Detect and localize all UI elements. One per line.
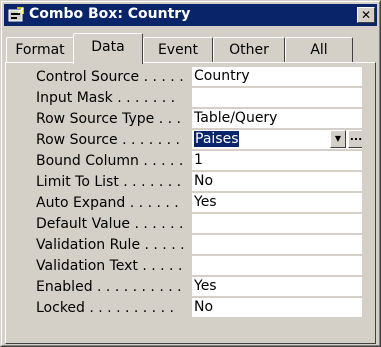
property-label: Validation Rule . . . . .	[36, 237, 185, 253]
property-row-validation-rule: Validation Rule . . . . .	[12, 235, 362, 256]
input-mask-field[interactable]	[192, 88, 362, 108]
property-sheet: Control Source . . . . . Country Input M…	[5, 62, 376, 344]
row-source-selected-text: Paises	[194, 131, 240, 147]
tab-data-label: Data	[91, 39, 125, 55]
property-label: Auto Expand . . . . . .	[36, 195, 179, 211]
enabled-field[interactable]: Yes	[192, 277, 362, 297]
property-row-bound-column: Bound Column . . . . . 1	[12, 151, 362, 172]
property-label: Row Source Type . . .	[36, 111, 181, 127]
close-icon: ✕	[360, 8, 372, 22]
tab-format[interactable]: Format	[6, 37, 74, 63]
tab-format-label: Format	[15, 42, 65, 58]
property-label: Enabled . . . . . . . . . .	[36, 279, 182, 295]
builder-ellipsis-icon: ...	[349, 130, 362, 143]
limit-to-list-field[interactable]: No	[192, 172, 362, 192]
property-row-enabled: Enabled . . . . . . . . . . Yes	[12, 277, 362, 298]
tab-event-label: Event	[157, 42, 199, 58]
property-label: Input Mask . . . . . . .	[36, 90, 176, 106]
property-label: Limit To List . . . . . . .	[36, 174, 182, 190]
tab-all-label: All	[310, 42, 328, 58]
property-row-control-source: Control Source . . . . . Country	[12, 67, 362, 88]
locked-field[interactable]: No	[192, 298, 362, 318]
property-row-row-source: Row Source . . . . . . . Paises ▼ ...	[12, 130, 362, 151]
window-title: Combo Box: Country	[29, 6, 191, 22]
default-value-field[interactable]	[192, 214, 362, 234]
properties-window: Combo Box: Country ✕ Format Data Event O…	[0, 0, 381, 347]
window-frame: Combo Box: Country ✕ Format Data Event O…	[1, 1, 380, 346]
row-source-field[interactable]: Paises ▼ ...	[192, 130, 362, 150]
property-row-input-mask: Input Mask . . . . . . .	[12, 88, 362, 109]
property-row-locked: Locked . . . . . . . . . . No	[12, 298, 362, 319]
control-source-field[interactable]: Country	[192, 67, 362, 87]
tab-data[interactable]: Data	[73, 33, 143, 64]
title-bar[interactable]: Combo Box: Country ✕	[4, 4, 377, 26]
property-row-auto-expand: Auto Expand . . . . . . Yes	[12, 193, 362, 214]
property-row-default-value: Default Value . . . . . .	[12, 214, 362, 235]
property-row-validation-text: Validation Text . . . . .	[12, 256, 362, 277]
property-label: Validation Text . . . . .	[36, 258, 183, 274]
property-label: Row Source . . . . . . .	[36, 132, 180, 148]
close-button[interactable]: ✕	[357, 7, 375, 23]
auto-expand-field[interactable]: Yes	[192, 193, 362, 213]
combo-box-properties-icon	[8, 7, 24, 22]
tab-other-label: Other	[229, 42, 269, 58]
tab-other[interactable]: Other	[213, 37, 285, 63]
row-source-type-field[interactable]: Table/Query	[192, 109, 362, 129]
property-row-row-source-type: Row Source Type . . . Table/Query	[12, 109, 362, 130]
property-label: Control Source . . . . .	[36, 69, 184, 85]
row-source-dropdown-button[interactable]: ▼	[330, 130, 346, 148]
validation-text-field[interactable]	[192, 256, 362, 276]
validation-rule-field[interactable]	[192, 235, 362, 255]
row-source-builder-button[interactable]: ...	[348, 130, 362, 148]
property-label: Bound Column . . . . .	[36, 153, 184, 169]
bound-column-field[interactable]: 1	[192, 151, 362, 171]
property-row-limit-to-list: Limit To List . . . . . . . No	[12, 172, 362, 193]
tab-all[interactable]: All	[285, 37, 353, 63]
property-label: Locked . . . . . . . . . .	[36, 300, 174, 316]
dropdown-arrow-icon: ▼	[334, 134, 342, 143]
tab-event[interactable]: Event	[143, 37, 213, 63]
property-label: Default Value . . . . . .	[36, 216, 184, 232]
